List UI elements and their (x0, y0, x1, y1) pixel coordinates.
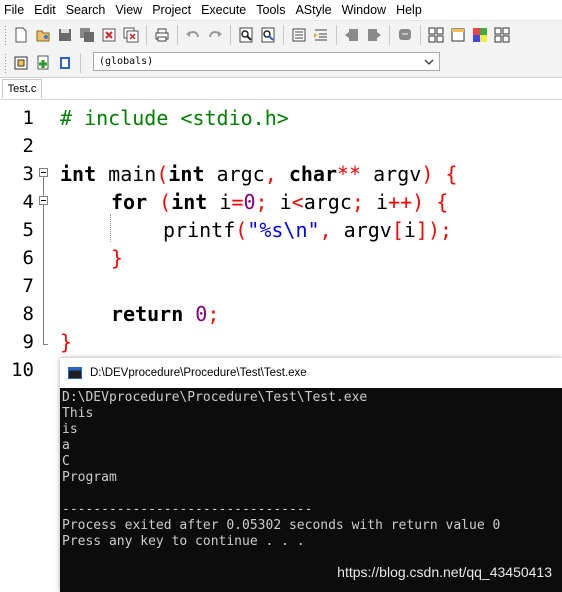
close-all-icon[interactable] (121, 25, 141, 45)
project-icon[interactable] (11, 53, 31, 73)
code-text: } (60, 330, 73, 354)
menu-tools[interactable]: Tools (251, 0, 290, 20)
watermark: https://blog.csdn.net/qq_43450413 (337, 564, 552, 580)
code-line: 6 } (0, 244, 562, 272)
line-number: 3 (22, 163, 34, 185)
toolbar-separator (80, 52, 81, 73)
console-line: a (62, 438, 70, 453)
menu-help[interactable]: Help (391, 0, 427, 20)
line-number: 2 (22, 135, 34, 157)
add-file-icon[interactable] (33, 53, 53, 73)
open-file-icon[interactable] (33, 25, 53, 45)
new-file-icon[interactable] (11, 25, 31, 45)
code-text: for (int i=0; i<argc; i++) { (111, 190, 449, 214)
code-text: printf("%s\n", argv[i]); (163, 218, 453, 242)
console-window[interactable]: D:\DEVprocedure\Procedure\Test\Test.exe … (60, 358, 562, 592)
toolbar-separator (420, 24, 421, 45)
code-text: return 0; (111, 302, 220, 326)
console-line: Program (62, 470, 117, 485)
code-text: int main(int argc, char** argv) { (60, 162, 458, 186)
tab-test-c[interactable]: Test.c (2, 79, 42, 98)
menu-execute[interactable]: Execute (196, 0, 251, 20)
file-tab-strip: Test.c (0, 78, 562, 100)
print-icon[interactable] (152, 25, 172, 45)
layout-grid-icon[interactable] (426, 25, 446, 45)
line-number: 9 (22, 331, 34, 353)
code-text: # include <stdio.h> (60, 106, 289, 130)
save-icon[interactable] (55, 25, 75, 45)
line-number: 7 (22, 275, 34, 297)
menu-view[interactable]: View (110, 0, 147, 20)
console-line: D:\DEVprocedure\Procedure\Test\Test.exe (62, 390, 368, 405)
code-line: 9 } (0, 328, 562, 356)
toolbar-separator (230, 24, 231, 45)
redo-icon[interactable] (205, 25, 225, 45)
code-line: 3 int main(int argc, char** argv) { (0, 160, 562, 188)
code-line: 5 printf("%s\n", argv[i]); (0, 216, 562, 244)
line-number: 6 (22, 247, 34, 269)
bookmark-back-icon[interactable] (342, 25, 362, 45)
line-number: 1 (22, 107, 34, 129)
code-line: 8 return 0; (0, 300, 562, 328)
console-line: -------------------------------- (62, 502, 313, 517)
menu-window[interactable]: Window (337, 0, 391, 20)
console-title: D:\DEVprocedure\Procedure\Test\Test.exe (90, 367, 307, 379)
toolbar-separator (336, 24, 337, 45)
menu-astyle[interactable]: AStyle (290, 0, 336, 20)
panel-icon[interactable] (448, 25, 468, 45)
comment-icon[interactable] (395, 25, 415, 45)
undo-icon[interactable] (183, 25, 203, 45)
menu-file[interactable]: File (0, 0, 29, 20)
toolbar-separator (389, 24, 390, 45)
toolbar-separator (283, 24, 284, 45)
line-number: 4 (22, 191, 34, 213)
console-line: C (62, 454, 70, 469)
console-line: This (62, 406, 94, 421)
replace-icon[interactable] (258, 25, 278, 45)
menu-search[interactable]: Search (61, 0, 111, 20)
scope-select-value: (globals) (99, 56, 154, 67)
unindent-icon[interactable] (311, 25, 331, 45)
console-line: Press any key to continue . . . (62, 534, 305, 549)
toolbar-separator (146, 24, 147, 45)
line-number: 5 (22, 219, 34, 241)
code-line: 2 (0, 132, 562, 160)
line-number: 10 (11, 359, 34, 381)
find-icon[interactable] (236, 25, 256, 45)
code-line: 7 (0, 272, 562, 300)
color-grid-icon[interactable] (470, 25, 490, 45)
console-line: Process exited after 0.05302 seconds wit… (62, 518, 501, 533)
grid-small-icon[interactable] (492, 25, 512, 45)
main-toolbar (0, 20, 562, 49)
indent-icon[interactable] (289, 25, 309, 45)
console-output: D:\DEVprocedure\Procedure\Test\Test.exe … (62, 390, 560, 590)
menu-edit[interactable]: Edit (29, 0, 61, 20)
line-number: 8 (22, 303, 34, 325)
save-all-icon[interactable] (77, 25, 97, 45)
menu-project[interactable]: Project (147, 0, 196, 20)
code-line: 4 for (int i=0; i<argc; i++) { (0, 188, 562, 216)
class-browser-icon[interactable] (55, 53, 75, 73)
bookmark-forward-icon[interactable] (364, 25, 384, 45)
close-file-icon[interactable] (99, 25, 119, 45)
toolbar-separator (177, 24, 178, 45)
toolbar-grip[interactable] (4, 52, 7, 73)
code-text: } (111, 246, 124, 270)
chevron-down-icon[interactable] (422, 54, 436, 69)
console-line: is (62, 422, 78, 437)
menu-bar: File Edit Search View Project Execute To… (0, 0, 562, 20)
console-title-bar[interactable]: D:\DEVprocedure\Procedure\Test\Test.exe (60, 358, 562, 388)
console-app-icon (68, 367, 82, 379)
code-line: 1 # include <stdio.h> (0, 104, 562, 132)
toolbar-grip[interactable] (4, 24, 7, 45)
scope-select[interactable]: (globals) (93, 52, 440, 71)
